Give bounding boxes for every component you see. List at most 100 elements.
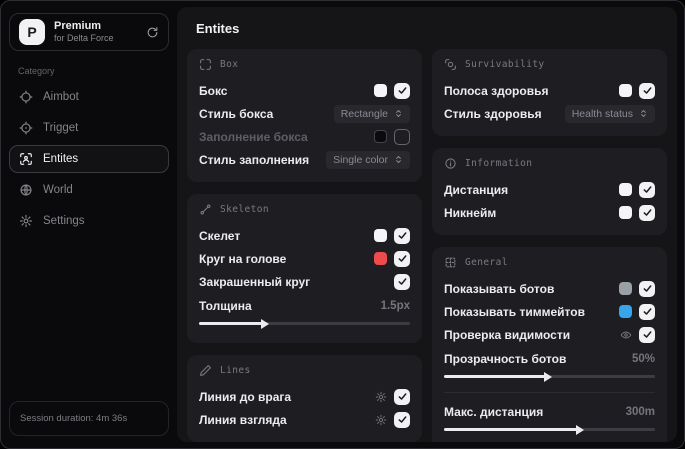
color-swatch[interactable] bbox=[619, 84, 632, 97]
panel-title: Survivability bbox=[465, 59, 545, 70]
setting-row-box: Бокс bbox=[199, 79, 410, 102]
logo-card[interactable]: P Premium for Delta Force bbox=[9, 13, 169, 51]
checkbox-checked[interactable] bbox=[394, 388, 410, 405]
sidebar-item-aimbot[interactable]: Aimbot bbox=[9, 83, 169, 111]
logo-subtitle: for Delta Force bbox=[54, 33, 114, 44]
checkbox-checked[interactable] bbox=[639, 82, 655, 99]
sidebar-item-trigget[interactable]: Trigget bbox=[9, 114, 169, 142]
checkbox-checked[interactable] bbox=[394, 227, 410, 244]
panel-skeleton: Skeleton Скелет Круг на голове Закрашенн… bbox=[187, 194, 422, 343]
logo-badge: P bbox=[19, 19, 45, 45]
panel-lines: Lines Линия до врага Линия взгляда bbox=[187, 355, 422, 442]
logo-title: Premium bbox=[54, 20, 102, 32]
max-distance-slider[interactable] bbox=[444, 424, 655, 435]
slider-value: 300m bbox=[625, 405, 655, 418]
setting-row-nickname: Никнейм bbox=[444, 201, 655, 224]
setting-row-enemy-line: Линия до врага bbox=[199, 385, 410, 408]
grid-icon bbox=[444, 256, 457, 269]
checkbox-checked[interactable] bbox=[394, 250, 410, 267]
panel-box: Box Бокс Стиль бокса Rectangle Заполнени… bbox=[187, 49, 422, 182]
checkbox-checked[interactable] bbox=[394, 82, 410, 99]
slider-value: 1.5px bbox=[380, 299, 410, 312]
setting-row-show-teammates: Показывать тиммейтов bbox=[444, 300, 655, 323]
slider-value: 50% bbox=[631, 352, 655, 365]
panel-title: Lines bbox=[220, 365, 251, 376]
box-icon bbox=[199, 58, 212, 71]
color-swatch[interactable] bbox=[619, 282, 632, 295]
setting-row-health-bar: Полоса здоровья bbox=[444, 79, 655, 102]
sidebar-item-label: Settings bbox=[43, 215, 85, 227]
checkbox-checked[interactable] bbox=[639, 204, 655, 221]
setting-row-visibility-check: Проверка видимости bbox=[444, 323, 655, 346]
gear-icon[interactable] bbox=[375, 414, 387, 426]
panel-survivability: Survivability Полоса здоровья Стиль здор… bbox=[432, 49, 667, 136]
session-duration: Session duration: 4m 36s bbox=[9, 401, 169, 436]
refresh-icon[interactable] bbox=[146, 26, 159, 39]
color-swatch[interactable] bbox=[374, 130, 387, 143]
checkbox-checked[interactable] bbox=[639, 326, 655, 343]
sidebar-item-label: Trigget bbox=[43, 122, 79, 134]
globe-icon bbox=[19, 183, 33, 197]
gear-icon[interactable] bbox=[375, 391, 387, 403]
color-swatch[interactable] bbox=[619, 206, 632, 219]
pulse-icon bbox=[444, 58, 457, 71]
target-icon bbox=[19, 121, 33, 135]
color-swatch[interactable] bbox=[619, 305, 632, 318]
checkbox-unchecked[interactable] bbox=[394, 128, 410, 145]
sidebar-item-label: Aimbot bbox=[43, 91, 79, 103]
setting-row-show-bots: Показывать ботов bbox=[444, 277, 655, 300]
chevrons-up-down-icon bbox=[394, 155, 403, 164]
sidebar-item-settings[interactable]: Settings bbox=[9, 207, 169, 235]
setting-row-max-distance: Макс. дистанция 300m bbox=[444, 399, 655, 438]
color-swatch[interactable] bbox=[619, 183, 632, 196]
session-duration-text: Session duration: 4m 36s bbox=[20, 413, 128, 424]
setting-row-box-fill: Заполнение бокса bbox=[199, 125, 410, 148]
app-window: P Premium for Delta Force Category Aimbo… bbox=[0, 0, 685, 449]
category-label: Category bbox=[18, 66, 55, 76]
checkbox-checked[interactable] bbox=[639, 280, 655, 297]
panel-title: General bbox=[465, 257, 508, 268]
health-style-select[interactable]: Health status bbox=[564, 104, 655, 123]
color-swatch[interactable] bbox=[374, 252, 387, 265]
gear-icon bbox=[19, 214, 33, 228]
chevrons-up-down-icon bbox=[394, 109, 403, 118]
bot-opacity-slider[interactable] bbox=[444, 371, 655, 382]
setting-row-skeleton: Скелет bbox=[199, 224, 410, 247]
setting-row-thickness: Толщина 1.5px bbox=[199, 293, 410, 332]
divider bbox=[444, 392, 655, 393]
thickness-slider[interactable] bbox=[199, 318, 410, 329]
setting-row-filled-circle: Закрашенный круг bbox=[199, 270, 410, 293]
panel-information: Information Дистанция Никнейм bbox=[432, 148, 667, 235]
sidebar-item-world[interactable]: World bbox=[9, 176, 169, 204]
main-content: Entites Box Бокс Стиль бокса Rectangle З… bbox=[177, 7, 677, 442]
checkbox-checked[interactable] bbox=[394, 273, 410, 290]
eye-icon[interactable] bbox=[620, 329, 632, 341]
crosshair-icon bbox=[19, 90, 33, 104]
panel-general: General Показывать ботов Показывать тимм… bbox=[432, 247, 667, 442]
panel-title: Box bbox=[220, 59, 239, 70]
chevrons-up-down-icon bbox=[639, 109, 648, 118]
sidebar-item-entites[interactable]: Entites bbox=[9, 145, 169, 173]
checkbox-checked[interactable] bbox=[639, 303, 655, 320]
color-swatch[interactable] bbox=[374, 84, 387, 97]
setting-row-bot-opacity: Прозрачность ботов 50% bbox=[444, 346, 655, 385]
user-scan-icon bbox=[19, 152, 33, 166]
setting-row-distance: Дистанция bbox=[444, 178, 655, 201]
setting-row-head-circle: Круг на голове bbox=[199, 247, 410, 270]
panel-title: Information bbox=[465, 158, 533, 169]
pencil-icon bbox=[199, 364, 212, 377]
fill-style-select[interactable]: Single color bbox=[326, 150, 410, 169]
bone-icon bbox=[199, 203, 212, 216]
setting-row-box-style: Стиль бокса Rectangle bbox=[199, 102, 410, 125]
color-swatch[interactable] bbox=[374, 229, 387, 242]
setting-row-fill-style: Стиль заполнения Single color bbox=[199, 148, 410, 171]
setting-row-health-style: Стиль здоровья Health status bbox=[444, 102, 655, 125]
sidebar: P Premium for Delta Force Category Aimbo… bbox=[1, 1, 177, 448]
page-title: Entites bbox=[196, 21, 240, 36]
checkbox-checked[interactable] bbox=[639, 181, 655, 198]
setting-row-view-line: Линия взгляда bbox=[199, 408, 410, 431]
checkbox-checked[interactable] bbox=[394, 411, 410, 428]
panel-title: Skeleton bbox=[220, 204, 269, 215]
box-style-select[interactable]: Rectangle bbox=[333, 104, 410, 123]
info-icon bbox=[444, 157, 457, 170]
